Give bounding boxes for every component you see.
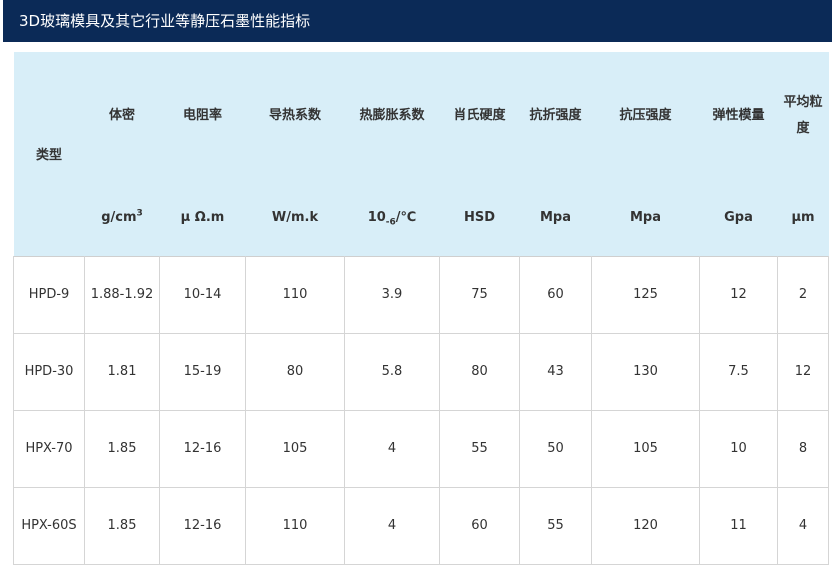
cell-shore-hardness: 60 xyxy=(439,487,520,565)
unit-thermal-conductivity: W/m.k xyxy=(245,180,345,257)
cell-grain-size: 8 xyxy=(777,410,829,488)
header-name-row: 类型 体密 电阻率 导热系数 热膨胀系数 肖氏硬度 抗折强度 抗压强度 弹性模量… xyxy=(13,52,829,257)
cell-resistivity: 15-19 xyxy=(159,333,246,411)
header-elastic-modulus: 弹性模量 xyxy=(699,52,778,180)
unit-density: g/cm3 xyxy=(84,180,160,257)
cell-type: HPD-30 xyxy=(13,333,85,411)
unit-density-sup: 3 xyxy=(136,208,143,219)
header-shore-hardness: 肖氏硬度 xyxy=(439,52,520,180)
cell-resistivity: 10-14 xyxy=(159,256,246,334)
unit-expansion-tail: /℃ xyxy=(395,210,417,225)
table-row: HPX-70 1.85 12-16 105 4 55 50 105 10 8 xyxy=(13,410,829,488)
cell-compressive-strength: 105 xyxy=(591,410,700,488)
page-title: 3D玻璃模具及其它行业等静压石墨性能指标 xyxy=(19,12,311,30)
graphite-spec-table: 类型 体密 电阻率 导热系数 热膨胀系数 肖氏硬度 抗折强度 抗压强度 弹性模量… xyxy=(13,52,829,565)
page-title-bar: 3D玻璃模具及其它行业等静压石墨性能指标 xyxy=(3,0,832,42)
header-thermal-conductivity: 导热系数 xyxy=(245,52,345,180)
table-body: HPD-9 1.88-1.92 10-14 110 3.9 75 60 125 … xyxy=(13,256,829,565)
header-density: 体密 xyxy=(84,52,160,180)
cell-compressive-strength: 120 xyxy=(591,487,700,565)
cell-flexural-strength: 43 xyxy=(519,333,592,411)
cell-thermal-expansion: 5.8 xyxy=(344,333,440,411)
cell-thermal-conductivity: 80 xyxy=(245,333,345,411)
cell-type: HPX-70 xyxy=(13,410,85,488)
cell-thermal-expansion: 4 xyxy=(344,410,440,488)
cell-compressive-strength: 125 xyxy=(591,256,700,334)
unit-density-main: g/cm xyxy=(101,210,137,225)
cell-grain-size: 4 xyxy=(777,487,829,565)
table-row: HPD-30 1.81 15-19 80 5.8 80 43 130 7.5 1… xyxy=(13,333,829,411)
cell-thermal-conductivity: 105 xyxy=(245,410,345,488)
cell-grain-size: 2 xyxy=(777,256,829,334)
cell-resistivity: 12-16 xyxy=(159,410,246,488)
cell-grain-size: 12 xyxy=(777,333,829,411)
cell-compressive-strength: 130 xyxy=(591,333,700,411)
cell-type: HPX-60S xyxy=(13,487,85,565)
unit-flexural-strength: Mpa xyxy=(519,180,592,257)
table-header: 类型 体密 电阻率 导热系数 热膨胀系数 肖氏硬度 抗折强度 抗压强度 弹性模量… xyxy=(13,52,829,257)
cell-elastic-modulus: 10 xyxy=(699,410,778,488)
cell-thermal-conductivity: 110 xyxy=(245,256,345,334)
cell-resistivity: 12-16 xyxy=(159,487,246,565)
table-row: HPX-60S 1.85 12-16 110 4 60 55 120 11 4 xyxy=(13,487,829,565)
unit-compressive-strength: Mpa xyxy=(591,180,700,257)
cell-density: 1.88-1.92 xyxy=(84,256,160,334)
unit-grain-size: μm xyxy=(777,180,829,257)
cell-thermal-expansion: 3.9 xyxy=(344,256,440,334)
cell-density: 1.81 xyxy=(84,333,160,411)
cell-thermal-expansion: 4 xyxy=(344,487,440,565)
cell-density: 1.85 xyxy=(84,487,160,565)
cell-density: 1.85 xyxy=(84,410,160,488)
header-unit-row: g/cm3 μ Ω.m W/m.k 10-6/℃ HSD Mpa Mpa Gpa… xyxy=(14,180,829,257)
cell-elastic-modulus: 11 xyxy=(699,487,778,565)
cell-thermal-conductivity: 110 xyxy=(245,487,345,565)
unit-expansion-sub: -6 xyxy=(385,217,396,228)
header-type: 类型 xyxy=(13,52,85,257)
header-resistivity: 电阻率 xyxy=(159,52,246,180)
header-thermal-expansion: 热膨胀系数 xyxy=(344,52,440,180)
cell-flexural-strength: 60 xyxy=(519,256,592,334)
cell-shore-hardness: 80 xyxy=(439,333,520,411)
cell-flexural-strength: 50 xyxy=(519,410,592,488)
table-row: HPD-9 1.88-1.92 10-14 110 3.9 75 60 125 … xyxy=(13,256,829,334)
cell-type: HPD-9 xyxy=(13,256,85,334)
cell-flexural-strength: 55 xyxy=(519,487,592,565)
unit-resistivity: μ Ω.m xyxy=(159,180,246,257)
unit-shore-hardness: HSD xyxy=(439,180,520,257)
unit-thermal-expansion: 10-6/℃ xyxy=(344,180,440,257)
header-flexural-strength: 抗折强度 xyxy=(519,52,592,180)
unit-expansion-main: 10 xyxy=(367,210,386,225)
cell-elastic-modulus: 7.5 xyxy=(699,333,778,411)
header-grain-size: 平均粒度 xyxy=(777,52,829,180)
cell-elastic-modulus: 12 xyxy=(699,256,778,334)
unit-elastic-modulus: Gpa xyxy=(699,180,778,257)
cell-shore-hardness: 75 xyxy=(439,256,520,334)
header-compressive-strength: 抗压强度 xyxy=(591,52,700,180)
cell-shore-hardness: 55 xyxy=(439,410,520,488)
